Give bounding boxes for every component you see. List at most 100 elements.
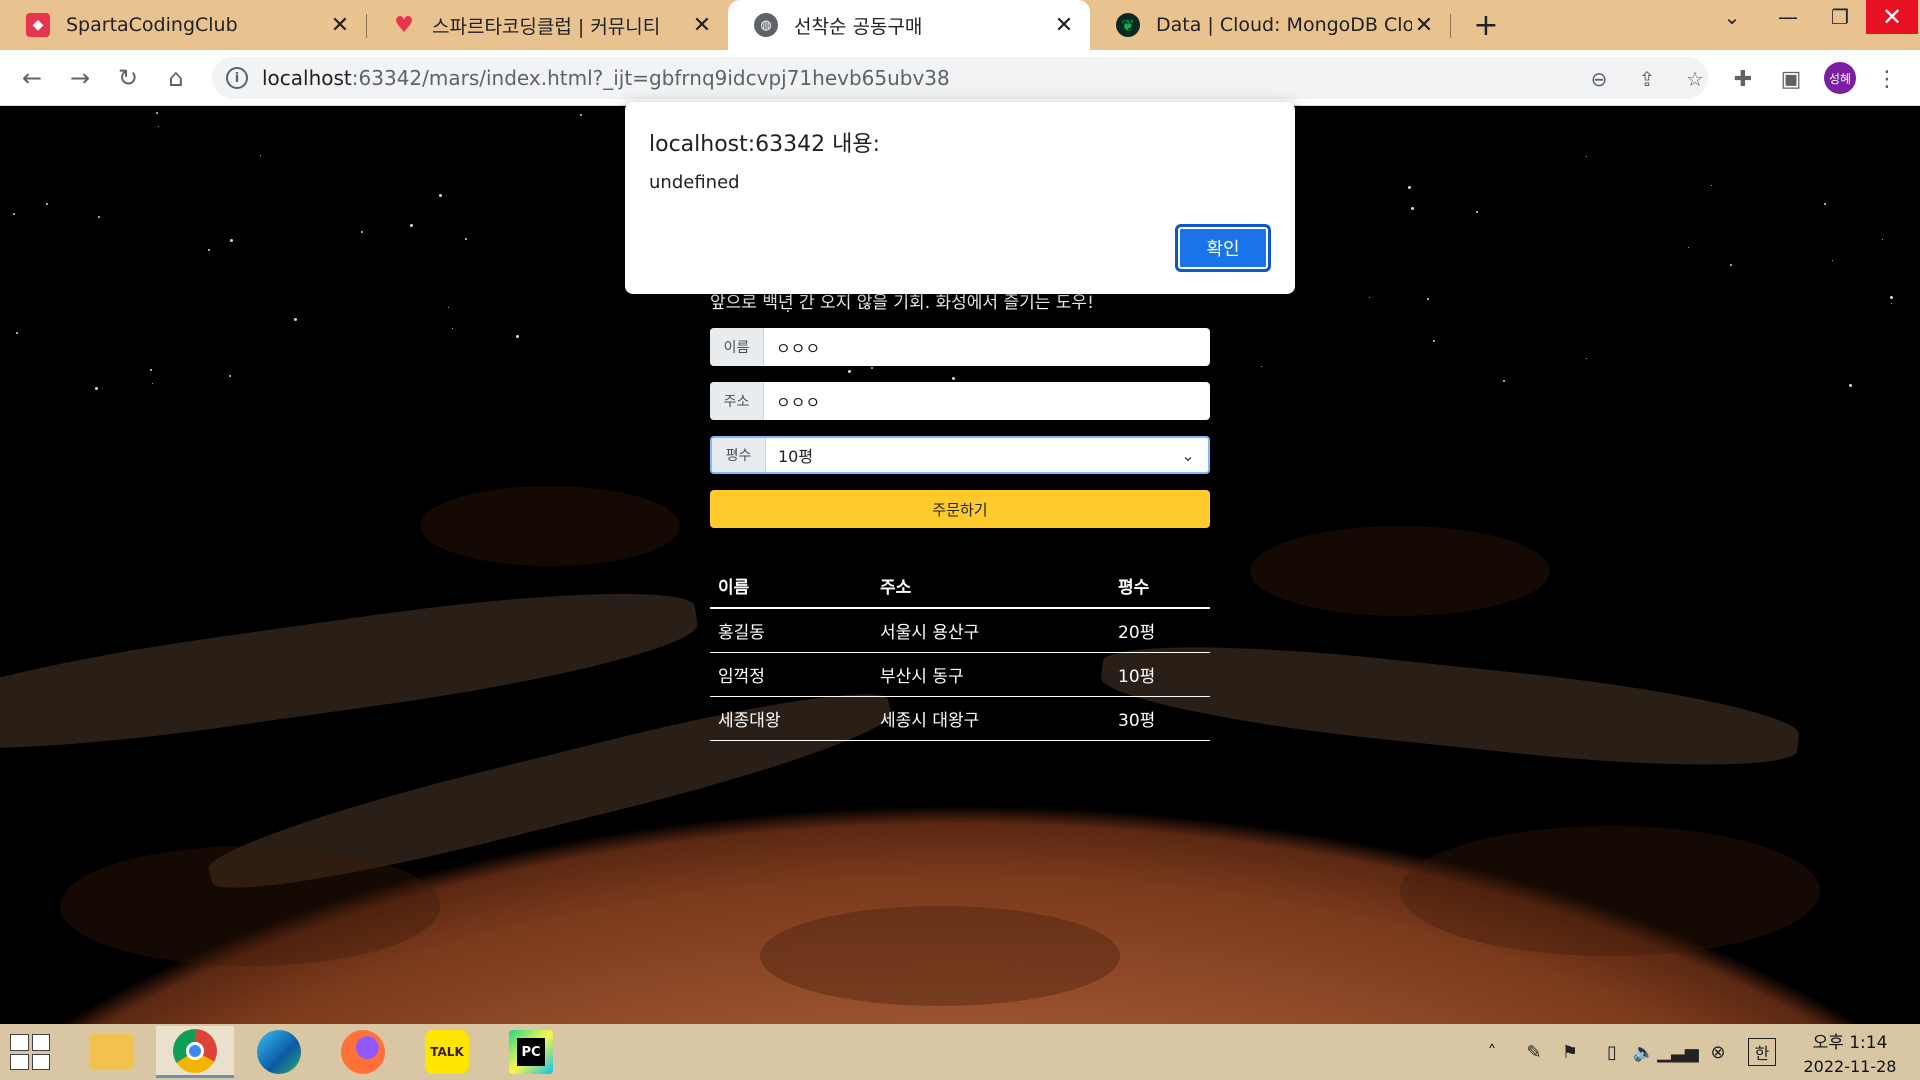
edge-icon xyxy=(257,1030,301,1074)
bookmark-star-icon[interactable]: ☆ xyxy=(1682,66,1708,92)
star xyxy=(1476,211,1478,213)
address-input[interactable]: ㅇㅇㅇ xyxy=(764,382,1210,420)
surface-ridge xyxy=(0,570,703,772)
dialog-ok-button[interactable]: 확인 xyxy=(1175,224,1271,272)
cell-name: 홍길동 xyxy=(710,608,872,653)
star xyxy=(1688,247,1689,248)
star xyxy=(152,383,153,384)
address-input-group: 주소 ㅇㅇㅇ xyxy=(710,382,1210,420)
restore-button[interactable]: ❐ xyxy=(1814,0,1866,34)
tab-divider xyxy=(1450,14,1451,38)
clock-date: 2022-11-28 xyxy=(1803,1057,1897,1076)
table-row: 임꺽정 부산시 동구 10평 xyxy=(710,652,1210,697)
cell-size: 10평 xyxy=(1110,652,1210,697)
side-panel-icon[interactable]: ▣ xyxy=(1778,66,1804,92)
minimize-button[interactable]: — xyxy=(1762,0,1814,34)
battery-icon[interactable]: ▯ xyxy=(1598,1038,1626,1066)
star xyxy=(46,203,48,205)
order-button[interactable]: 주문하기 xyxy=(710,490,1210,528)
name-input[interactable]: ㅇㅇㅇ xyxy=(764,328,1210,366)
reload-icon: ↻ xyxy=(117,64,139,92)
dialog-title: localhost:63342 내용: xyxy=(649,132,881,157)
zoom-icon[interactable]: ⊖ xyxy=(1586,66,1612,92)
windows-logo-tile xyxy=(10,1034,29,1051)
star xyxy=(150,369,152,371)
star xyxy=(1891,303,1892,304)
tab-community[interactable]: ♥ 스파르타코딩클럽 | 커뮤니티 ✕ xyxy=(366,0,728,50)
star xyxy=(452,328,453,329)
tab-title: Data | Cloud: MongoDB Cloud xyxy=(1156,14,1412,36)
close-icon[interactable]: ✕ xyxy=(1412,13,1436,38)
tab-mongodb[interactable]: ❦ Data | Cloud: MongoDB Cloud ✕ xyxy=(1090,0,1450,50)
pen-icon[interactable]: ✎ xyxy=(1520,1038,1548,1066)
star xyxy=(1433,340,1435,342)
taskbar-pycharm[interactable]: PC xyxy=(492,1026,570,1078)
surface-crater xyxy=(760,906,1120,1006)
star xyxy=(156,112,158,114)
name-label: 이름 xyxy=(710,328,764,366)
menu-icon[interactable]: ⋮ xyxy=(1874,66,1900,92)
star xyxy=(1824,203,1826,205)
ime-indicator[interactable]: 한 xyxy=(1748,1038,1776,1066)
tab-spartacodingclub[interactable]: ◆ SpartaCodingClub ✕ xyxy=(0,0,366,50)
orders-table: 이름 주소 평수 홍길동 서울시 용산구 20평 임꺽정 부산시 동구 10평 … xyxy=(710,564,1210,741)
mongodb-leaf-icon: ❦ xyxy=(1116,13,1140,37)
info-icon[interactable]: i xyxy=(226,67,248,89)
reload-button[interactable]: ↻ xyxy=(108,58,148,98)
address-bar[interactable]: i localhost:63342/mars/index.html?_ijt=g… xyxy=(212,57,1708,99)
star xyxy=(16,332,18,334)
volume-icon[interactable]: 🔈 xyxy=(1630,1038,1658,1066)
taskbar-kakaotalk[interactable]: TALK xyxy=(408,1026,486,1078)
close-icon[interactable]: ✕ xyxy=(328,13,352,38)
taskbar-edge[interactable] xyxy=(240,1026,318,1078)
star xyxy=(1408,186,1411,189)
star xyxy=(158,126,159,127)
tab-search-button[interactable]: ⌄ xyxy=(1706,0,1758,34)
cell-size: 30평 xyxy=(1110,696,1210,741)
close-icon[interactable]: ✕ xyxy=(690,13,714,38)
extensions-icon[interactable]: ✚ xyxy=(1730,66,1756,92)
pycharm-icon: PC xyxy=(509,1030,553,1074)
windows-logo-tile xyxy=(10,1053,29,1070)
new-tab-button[interactable]: + xyxy=(1466,6,1506,44)
firefox-icon xyxy=(341,1030,385,1074)
star xyxy=(848,370,851,373)
star xyxy=(230,239,233,242)
url-text[interactable]: localhost:63342/mars/index.html?_ijt=gbf… xyxy=(262,66,950,90)
cell-size: 20평 xyxy=(1110,608,1210,653)
home-button[interactable]: ⌂ xyxy=(156,58,196,98)
network-signal-icon[interactable]: ▁▃▅ xyxy=(1657,1038,1699,1066)
column-header-name: 이름 xyxy=(710,564,872,609)
url-path: :63342/mars/index.html?_ijt=gbfrnq9idcvp… xyxy=(351,66,950,90)
back-button[interactable]: ← xyxy=(12,58,52,98)
tab-group-purchase[interactable]: ◍ 선착순 공동구매 ✕ xyxy=(728,0,1090,50)
cell-address: 부산시 동구 xyxy=(872,652,1110,697)
taskbar-firefox[interactable] xyxy=(324,1026,402,1078)
star xyxy=(439,194,442,197)
tray-overflow-icon[interactable]: ˄ xyxy=(1478,1038,1506,1066)
system-clock[interactable]: 오후 1:14 2022-11-28 xyxy=(1790,1028,1910,1076)
forward-button[interactable]: → xyxy=(60,58,100,98)
flag-icon[interactable]: ⚑ xyxy=(1556,1038,1584,1066)
start-button[interactable] xyxy=(10,1034,50,1070)
profile-avatar[interactable]: 성혜 xyxy=(1824,62,1856,94)
size-select[interactable]: 10평 xyxy=(766,438,1168,472)
taskbar-file-explorer[interactable] xyxy=(72,1026,150,1078)
clock-time: 오후 1:14 xyxy=(1812,1033,1888,1053)
star xyxy=(1730,264,1732,266)
cell-name: 임꺽정 xyxy=(710,652,872,697)
star xyxy=(1261,366,1262,367)
window-close-button[interactable]: ✕ xyxy=(1866,0,1918,34)
table-row: 홍길동 서울시 용산구 20평 xyxy=(710,608,1210,653)
taskbar-chrome[interactable] xyxy=(156,1026,234,1078)
star xyxy=(208,249,210,251)
disconnected-icon[interactable]: ⊗ xyxy=(1704,1038,1732,1066)
chevron-down-icon[interactable]: ⌄ xyxy=(1168,438,1208,472)
close-icon[interactable]: ✕ xyxy=(1052,13,1076,38)
star xyxy=(580,114,582,116)
star xyxy=(1711,185,1712,186)
share-icon[interactable]: ⇪ xyxy=(1634,66,1660,92)
dialog-message: undefined xyxy=(649,172,740,193)
surface-crater xyxy=(420,486,680,566)
star xyxy=(1882,239,1883,240)
